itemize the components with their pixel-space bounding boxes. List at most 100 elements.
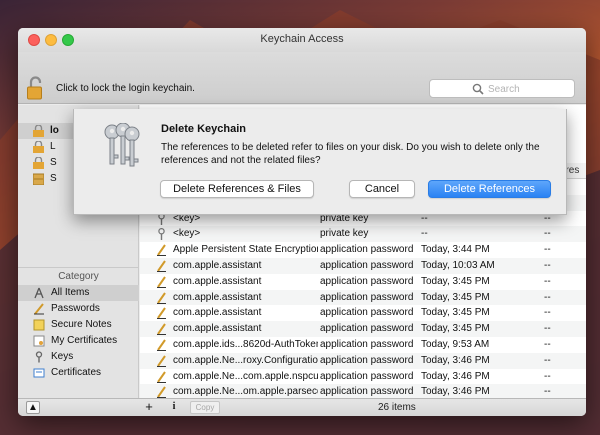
row-expires-cell: -- [544, 386, 551, 398]
title-bar[interactable]: Keychain Access [18, 28, 586, 52]
row-date-cell: Today, 3:45 PM [421, 307, 490, 319]
table-row[interactable]: <key> private key -- -- [140, 226, 586, 243]
category-certificates[interactable]: Certificates [18, 365, 139, 381]
toolbar: Click to lock the login keychain. [18, 52, 586, 104]
delete-references-button[interactable]: Delete References [428, 180, 551, 198]
password-icon [156, 370, 167, 383]
cancel-button[interactable]: Cancel [349, 180, 415, 198]
passwords-icon [34, 303, 44, 315]
lock-icon [33, 157, 44, 169]
category-label: Keys [51, 351, 74, 362]
keychain-label: S [50, 173, 57, 184]
lock-icon [33, 125, 44, 137]
search-field[interactable] [429, 79, 575, 98]
category-label: Certificates [51, 367, 102, 378]
category-my-certificates[interactable]: My Certificates [18, 333, 139, 349]
table-row[interactable]: com.apple.Ne...com.apple.nspcurl applicat… [140, 369, 586, 385]
row-expires-cell: -- [544, 370, 551, 382]
row-date-cell: Today, 3:44 PM [421, 244, 490, 256]
password-icon [156, 307, 167, 320]
search-icon [472, 83, 484, 95]
row-name-cell: com.apple.assistant [173, 307, 262, 319]
keys-icon [35, 351, 43, 363]
row-expires-cell: -- [544, 354, 551, 366]
table-row[interactable]: Apple Persistent State Encryption applica… [140, 242, 586, 258]
password-icon [156, 386, 167, 399]
my-certificates-icon [33, 335, 45, 347]
certificates-icon [33, 368, 45, 378]
bottom-bar: ▲ + i Copy 26 items [18, 398, 586, 416]
cabinet-icon [33, 173, 44, 185]
info-button[interactable]: i [168, 401, 180, 414]
row-expires-cell: -- [544, 228, 551, 240]
table-row[interactable]: com.apple.assistant application password T… [140, 321, 586, 337]
category-secure-notes[interactable]: Secure Notes [18, 317, 139, 333]
row-date-cell: Today, 3:46 PM [421, 354, 490, 366]
dialog-message: The references to be deleted refer to fi… [161, 142, 540, 166]
lock-keychain-label: Click to lock the login keychain. [56, 83, 195, 94]
delete-references-and-files-button[interactable]: Delete References & Files [160, 180, 314, 198]
search-input[interactable] [488, 82, 568, 96]
row-name-cell: Apple Persistent State Encryption [173, 244, 318, 256]
table-row[interactable]: com.apple.assistant application password T… [140, 257, 586, 274]
category-keys[interactable]: Keys [18, 349, 139, 365]
password-icon [156, 244, 167, 257]
keychain-label: L [50, 141, 56, 152]
row-name-cell: com.apple.assistant [173, 291, 262, 303]
row-date-cell: Today, 3:45 PM [421, 275, 490, 287]
row-name-cell: com.apple.assistant [173, 275, 262, 287]
table-row[interactable]: com.apple.assistant application password T… [140, 289, 586, 306]
row-expires-cell: -- [544, 338, 551, 350]
unlocked-padlock-icon[interactable] [27, 76, 45, 100]
toggle-sidebar-button[interactable]: ▲ [26, 401, 40, 414]
row-expires-cell: -- [544, 323, 551, 335]
row-name-cell: com.apple.assistant [173, 323, 262, 335]
category-label: Passwords [51, 303, 100, 314]
add-item-button[interactable]: + [142, 400, 156, 414]
row-name-cell: <key> [173, 228, 201, 240]
row-date-cell: Today, 3:46 PM [421, 370, 490, 382]
row-name-cell: com.apple.ids...8620d-AuthToken [173, 338, 318, 350]
row-expires-cell: -- [544, 244, 551, 256]
category-passwords[interactable]: Passwords [18, 301, 139, 317]
row-date-cell: Today, 10:03 AM [421, 259, 495, 271]
row-name-cell: com.apple.Ne...roxy.Configuration [173, 354, 318, 366]
row-kind-cell: application password [320, 354, 414, 366]
category-header: Category [18, 267, 139, 283]
category-list: All Items Passwords Secure Notes My Cert… [18, 285, 139, 381]
row-expires-cell: -- [544, 259, 551, 271]
category-all-items[interactable]: All Items [18, 285, 139, 301]
item-count: 26 items [378, 402, 416, 413]
row-name-cell: com.apple.Ne...om.apple.parsecd [173, 386, 318, 398]
category-label: Secure Notes [51, 319, 112, 330]
row-expires-cell: -- [544, 291, 551, 303]
row-kind-cell: application password [320, 323, 414, 335]
keychain-access-window: Keychain Access Click to lock the login … [18, 28, 586, 416]
row-kind-cell: private key [320, 228, 369, 240]
copy-button[interactable]: Copy [190, 401, 220, 414]
password-icon [156, 292, 167, 304]
table-row[interactable]: com.apple.ids...8620d-AuthToken applicati… [140, 337, 586, 353]
table-row[interactable]: com.apple.assistant application password T… [140, 305, 586, 321]
password-icon [156, 260, 167, 272]
all-items-icon [34, 287, 44, 299]
category-label: All Items [51, 287, 90, 298]
table-row[interactable]: com.apple.Ne...roxy.Configuration applica… [140, 352, 586, 369]
category-label: My Certificates [51, 335, 118, 346]
password-icon [156, 276, 167, 288]
row-name-cell: com.apple.assistant [173, 259, 262, 271]
row-kind-cell: application password [320, 386, 414, 398]
row-kind-cell: application password [320, 291, 414, 303]
row-date-cell: Today, 9:53 AM [421, 338, 490, 350]
delete-keychain-dialog: Delete Keychain The references to be del… [73, 109, 567, 215]
row-expires-cell: -- [544, 275, 551, 287]
keychain-keys-icon [104, 123, 140, 167]
dialog-title: Delete Keychain [161, 123, 246, 135]
row-kind-cell: application password [320, 338, 414, 350]
row-name-cell: com.apple.Ne...com.apple.nspcurl [173, 370, 318, 382]
row-expires-cell: -- [544, 307, 551, 319]
row-date-cell: Today, 3:45 PM [421, 323, 490, 335]
secure-notes-icon [33, 319, 45, 331]
row-date-cell: Today, 3:45 PM [421, 291, 490, 303]
table-row[interactable]: com.apple.assistant application password T… [140, 274, 586, 290]
